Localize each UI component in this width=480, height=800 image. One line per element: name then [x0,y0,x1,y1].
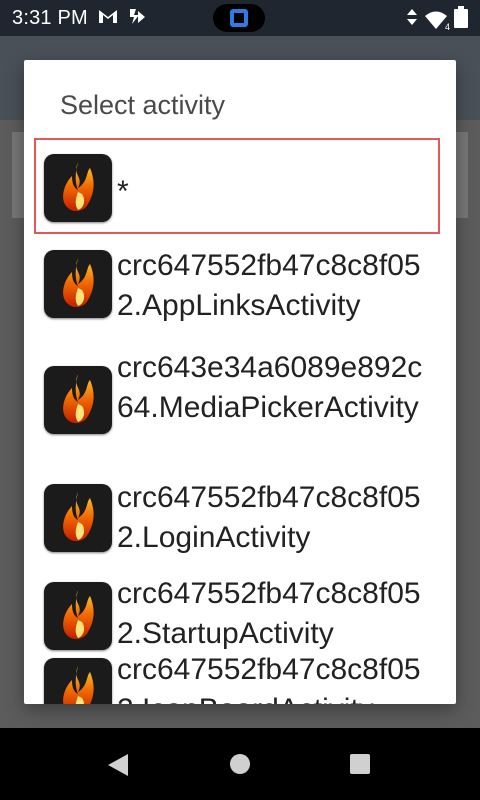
home-icon[interactable] [229,753,251,780]
recent-apps-icon[interactable] [349,753,371,780]
activity-label: * [117,175,129,208]
app-flame-icon [44,484,112,552]
app-flame-icon [44,154,112,222]
activity-item[interactable]: crc643e34a6089e892c64.MediaPickerActivit… [24,348,456,478]
activity-item[interactable]: crc647552fb47c8c8f052.StartupActivity [24,574,456,658]
gmail-icon [98,8,118,29]
activity-list[interactable]: * crc647552fb47c8c8f052.AppLinksActivity… [24,138,456,704]
app-flame-icon [44,250,112,318]
navigation-bar [0,728,480,800]
battery-icon [454,6,468,33]
status-bar: 3:31 PM 4 [0,0,480,36]
status-time: 3:31 PM [12,6,88,29]
select-activity-dialog: Select activity * crc647552fb47c8c8f052.… [24,60,456,704]
app-flame-icon [44,582,112,650]
screen-record-indicator [213,4,265,32]
wifi-badge: 4 [444,21,450,32]
activity-label: crc647552fb47c8c8f052.AppLinksActivity [117,249,421,322]
data-arrows-icon [406,8,418,31]
activity-label: crc647552fb47c8c8f052.StartupActivity [117,577,421,650]
activity-item-all[interactable]: * [24,138,456,242]
app-notification-icon [128,7,146,30]
activity-label: crc643e34a6089e892c64.MediaPickerActivit… [117,351,423,424]
activity-label: crc647552fb47c8c8f052.LoginActivity [117,481,421,554]
activity-label: crc647552fb47c8c8f052.IconBoardActivity [117,653,421,704]
app-flame-icon [44,658,112,704]
wifi-icon: 4 [424,10,450,32]
dialog-title: Select activity [60,90,226,120]
activity-item[interactable]: crc647552fb47c8c8f052.IconBoardActivity [24,653,456,704]
activity-item[interactable]: crc647552fb47c8c8f052.LoginActivity [24,478,456,574]
app-flame-icon [44,366,112,434]
activity-item[interactable]: crc647552fb47c8c8f052.AppLinksActivity [24,242,456,348]
back-icon[interactable] [106,752,130,783]
